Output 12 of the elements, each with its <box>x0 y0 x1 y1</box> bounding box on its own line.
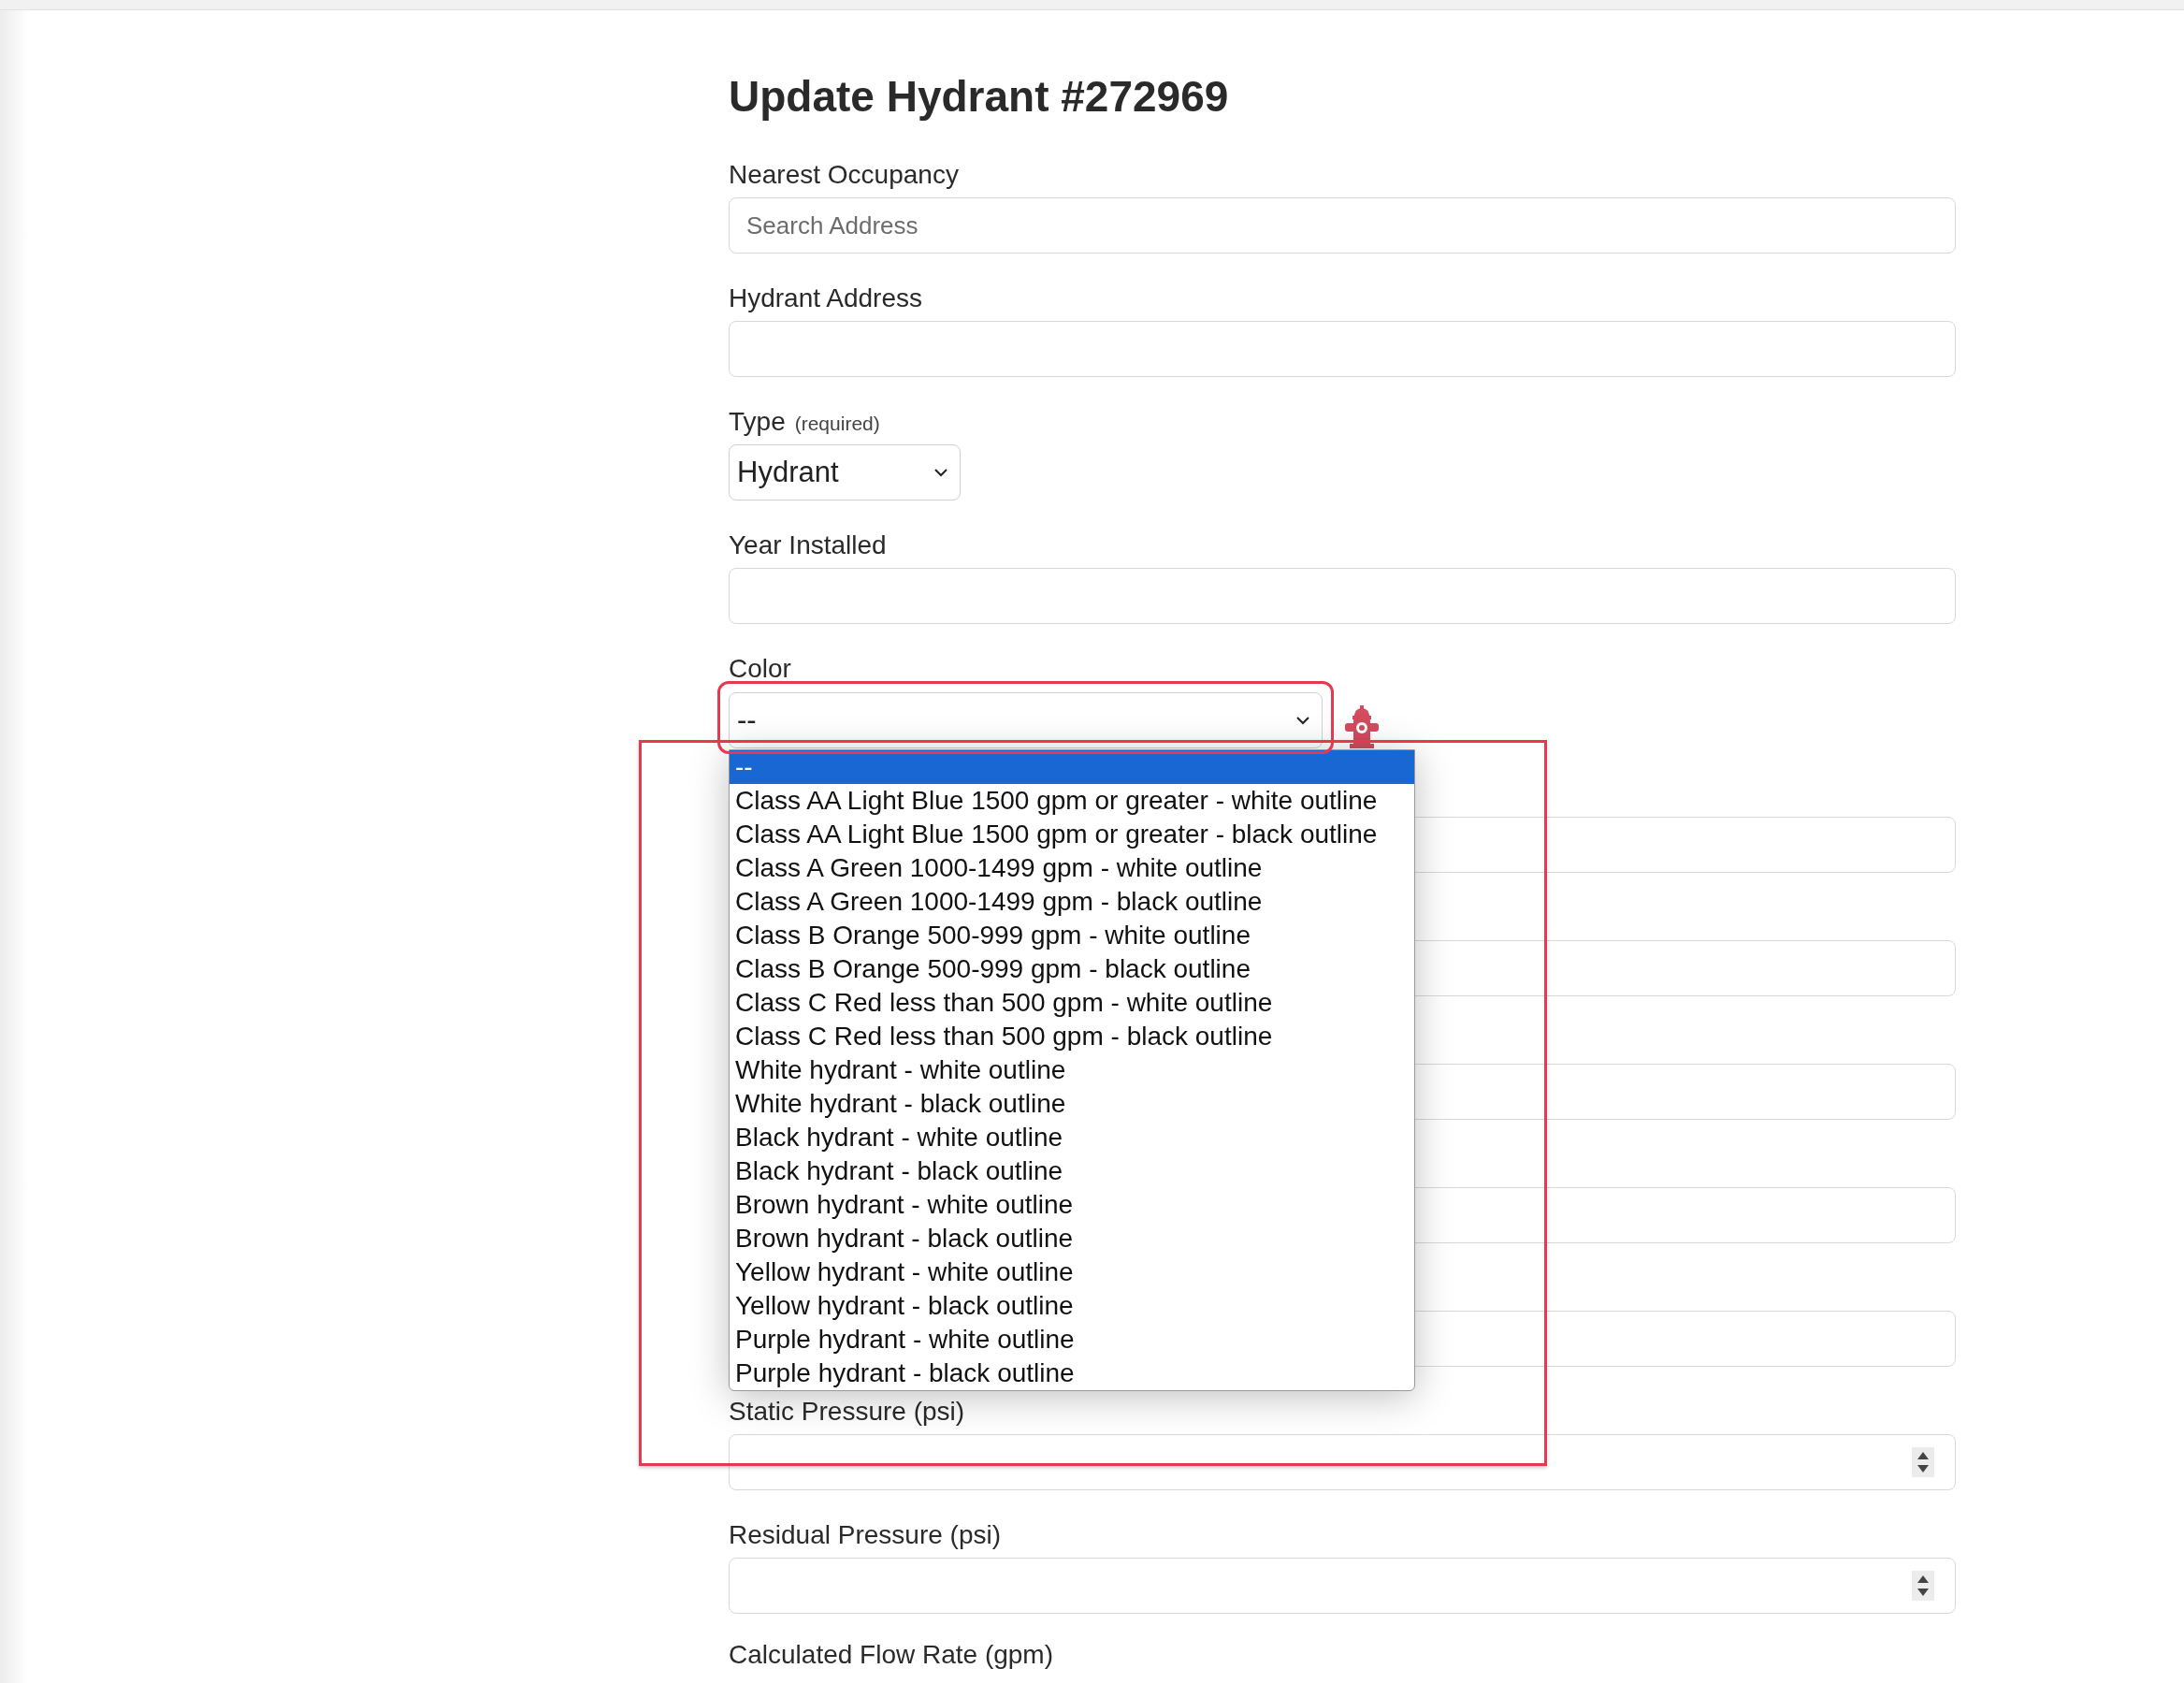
field-label: Static Pressure (psi) <box>729 1396 965 1428</box>
required-note: (required) <box>794 413 880 435</box>
field-label: Residual Pressure (psi) <box>729 1519 1001 1551</box>
select-value: Hydrant <box>737 456 839 489</box>
field-label: Calculated Flow Rate (gpm) <box>729 1642 1054 1668</box>
field-label: Year Installed <box>729 530 887 561</box>
select-value: -- <box>737 704 757 737</box>
field-label: Nearest Occupancy <box>729 159 959 191</box>
page-title: Update Hydrant #272969 <box>729 71 1230 123</box>
field-label: Color <box>729 653 791 685</box>
field-label: Hydrant Address <box>729 283 922 314</box>
field-label: Type <box>729 406 786 438</box>
